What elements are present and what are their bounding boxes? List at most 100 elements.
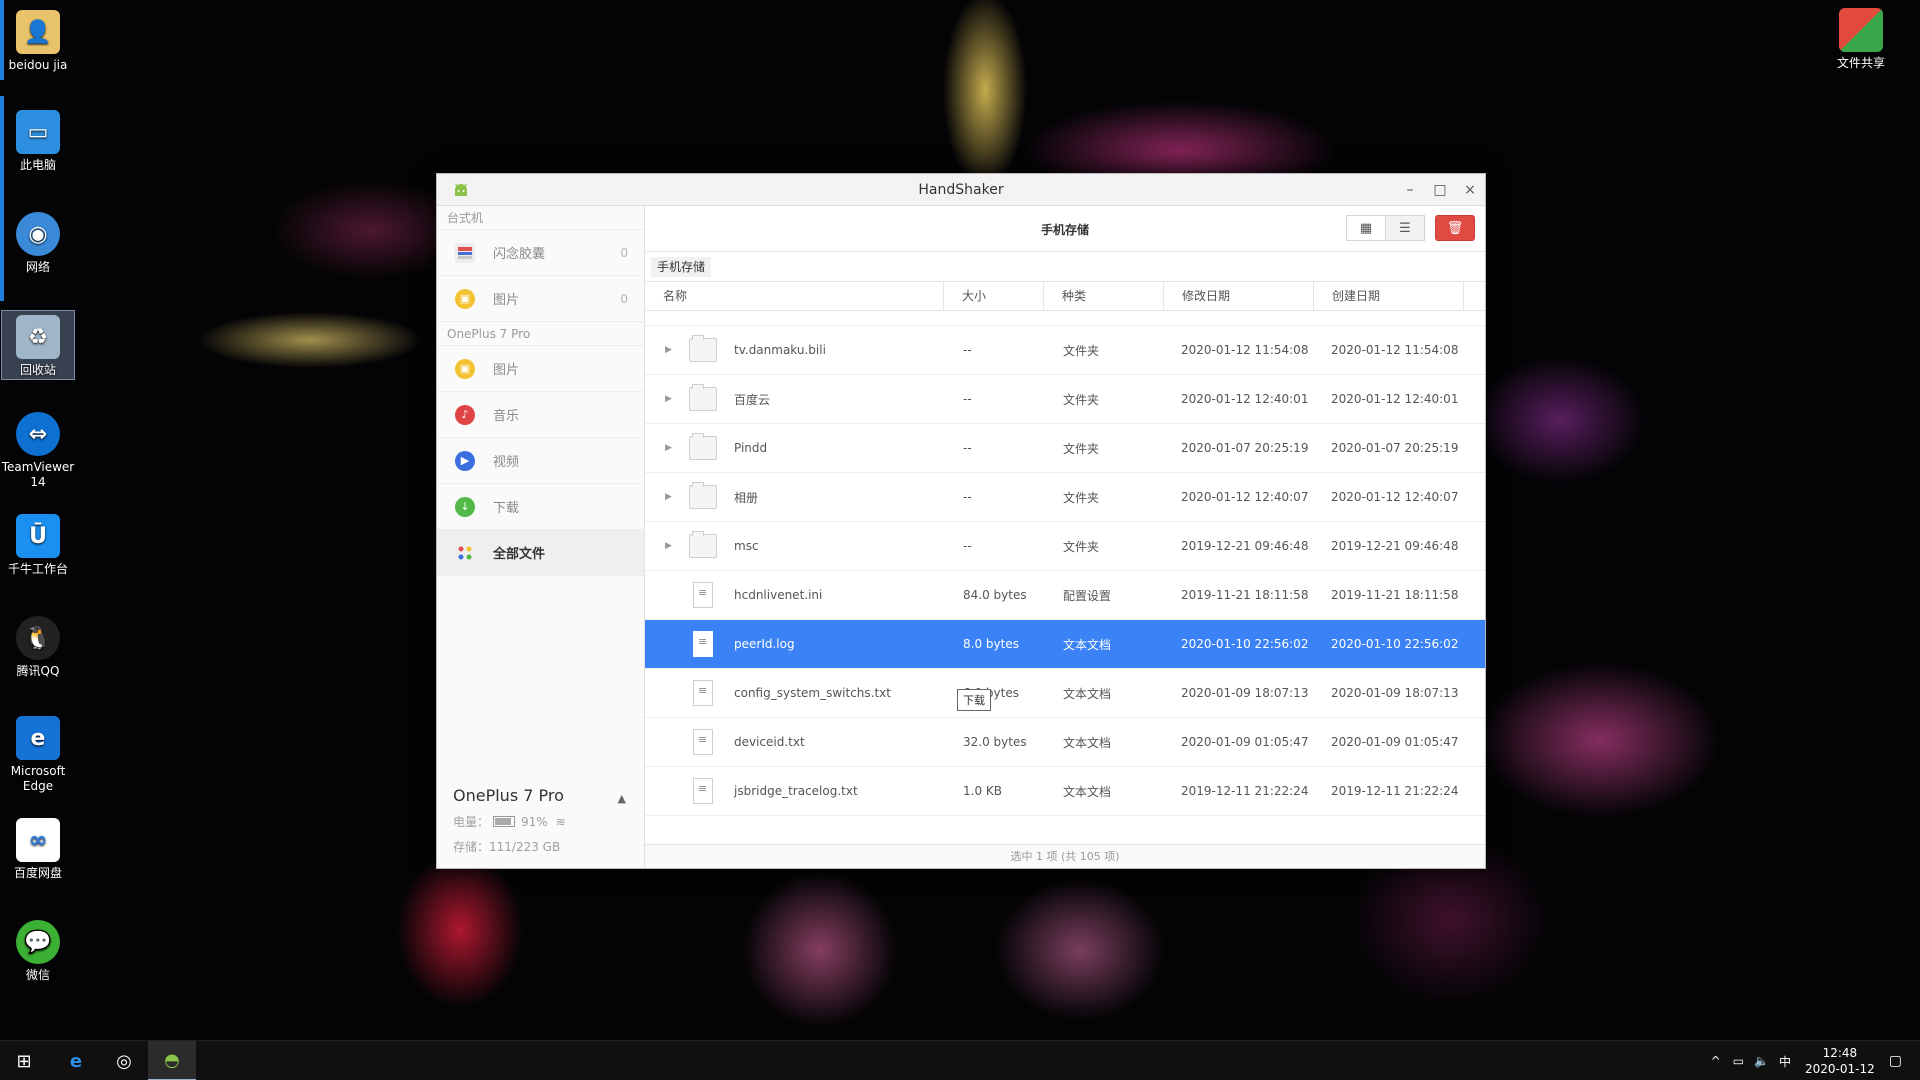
- desktop-icon-label: Microsoft Edge: [10, 764, 66, 793]
- network-icon[interactable]: ▭: [1733, 1054, 1744, 1068]
- desktop-icon-user-folder[interactable]: 👤 beidou jia: [1, 10, 75, 73]
- column-header-name[interactable]: 名称: [645, 282, 944, 310]
- file-list: ▶ tv.danmaku.bili -- 文件夹 2020-01-12 11:54:08…: [645, 312, 1485, 844]
- eject-icon[interactable]: ▲: [618, 792, 626, 805]
- sidebar-item-download[interactable]: ↓ 下载: [437, 484, 644, 530]
- taskbar: ⊞ e ◎ ◓ ^ ▭ 🔈 中 12:48 2020-01-12 ▢: [0, 1040, 1920, 1080]
- expand-arrow-icon[interactable]: ▶: [665, 394, 672, 404]
- desktop-icon-qq[interactable]: 🐧 腾讯QQ: [1, 616, 75, 679]
- picture-icon: ▣: [455, 358, 475, 379]
- sidebar: 台式机 闪念胶囊 0 ▣ 图片 0 OnePlus 7 Pro ▣ 图片 ♪ 音…: [437, 206, 645, 868]
- delete-button[interactable]: 🗑: [1435, 215, 1475, 241]
- desktop-icon-label: 回收站: [19, 363, 56, 377]
- sidebar-item-flash-capsule[interactable]: 闪念胶囊 0: [437, 230, 644, 276]
- clock-time: 12:48: [1822, 1046, 1858, 1060]
- maximize-button[interactable]: □: [1429, 180, 1451, 200]
- file-created: 2019-12-11 21:22:24: [1331, 784, 1459, 798]
- table-row[interactable]: ▶ tv.danmaku.bili -- 文件夹 2020-01-12 11:54:08…: [645, 326, 1485, 375]
- table-row[interactable]: config_system_switchs.txt6.0 bytes文本文档20…: [645, 669, 1485, 718]
- file-name: peerId.log: [734, 637, 795, 651]
- desktop-icon-computer[interactable]: ▭ 此电脑: [1, 110, 75, 173]
- expand-arrow-icon[interactable]: ▶: [665, 541, 672, 551]
- tooltip: 下载: [957, 689, 991, 711]
- expand-arrow-icon[interactable]: ▶: [665, 443, 672, 453]
- config-file-icon: [693, 582, 713, 608]
- sidebar-item-label: 图片: [493, 363, 520, 378]
- file-created: 2020-01-09 01:05:47: [1331, 735, 1459, 749]
- expand-arrow-icon[interactable]: ▶: [665, 345, 672, 355]
- table-row[interactable]: deviceid.txt 32.0 bytes 文本文档 2020-01-09 01:…: [645, 718, 1485, 767]
- table-row[interactable]: peerId.log 8.0 bytes 文本文档 2020-01-10 22:56:…: [645, 620, 1485, 669]
- desktop-icon-file-share[interactable]: 文件共享: [1824, 8, 1898, 71]
- edge-icon: e: [69, 1050, 83, 1072]
- sidebar-item-pictures[interactable]: ▣ 图片: [437, 346, 644, 392]
- sidebar-item-count: 0: [620, 245, 628, 260]
- file-name: Pindd: [734, 441, 768, 455]
- breadcrumb: 手机存储: [645, 252, 1485, 282]
- battery-label: 电量：: [453, 815, 490, 829]
- desktop-icon-network[interactable]: ◉ 网络: [1, 212, 75, 275]
- taskbar-edge[interactable]: e: [52, 1041, 100, 1080]
- file-name: jsbridge_tracelog.txt: [734, 784, 858, 798]
- list-view-button[interactable]: ☰: [1385, 215, 1425, 241]
- sidebar-item-count: 0: [620, 291, 628, 306]
- title-bar[interactable]: HandShaker – □ ×: [437, 174, 1485, 206]
- file-size: 8.0 bytes: [963, 637, 1019, 651]
- desktop-icon-label: TeamViewer 14: [1, 460, 75, 489]
- clock[interactable]: 12:48 2020-01-12: [1805, 1045, 1875, 1077]
- window-title: HandShaker: [918, 182, 1004, 198]
- all-files-icon: [455, 543, 475, 563]
- sidebar-item-video[interactable]: ▶ 视频: [437, 438, 644, 484]
- table-row[interactable]: jsbridge_tracelog.txt 1.0 KB 文本文档 2019-12-1…: [645, 767, 1485, 816]
- expand-arrow-icon[interactable]: ▶: [665, 492, 672, 502]
- table-row[interactable]: ▶ 百度云 -- 文件夹 2020-01-12 12:40:01 2020-01-12 1…: [645, 375, 1485, 424]
- sidebar-section-desktop: 台式机: [437, 206, 644, 230]
- music-icon: ♪: [455, 404, 475, 425]
- column-header-size[interactable]: 大小: [944, 282, 1044, 310]
- table-row[interactable]: ▶ msc -- 文件夹 2019-12-21 09:46:48 2019-12-21 0…: [645, 522, 1485, 571]
- volume-icon[interactable]: 🔈: [1754, 1054, 1769, 1068]
- minimize-button[interactable]: –: [1399, 180, 1421, 200]
- picture-icon: ▣: [455, 288, 475, 309]
- file-modified: 2020-01-12 12:40:01: [1181, 392, 1309, 406]
- download-icon: ↓: [455, 496, 475, 517]
- file-type: 配置设置: [1063, 588, 1112, 603]
- file-size: 84.0 bytes: [963, 588, 1027, 602]
- desktop-icon-baidu-netdisk[interactable]: ∞ 百度网盘: [1, 818, 75, 881]
- notification-icon[interactable]: ▢: [1889, 1053, 1902, 1069]
- file-type: 文件夹: [1063, 392, 1100, 407]
- grid-icon: ▦: [1359, 220, 1373, 236]
- chevron-up-icon[interactable]: ^: [1711, 1054, 1721, 1068]
- desktop-icon-label: 百度网盘: [13, 866, 62, 880]
- sidebar-item-all-files[interactable]: 全部文件: [437, 530, 644, 576]
- sidebar-item-desktop-pictures[interactable]: ▣ 图片 0: [437, 276, 644, 322]
- folder-icon: [689, 531, 717, 558]
- desktop-icon-label: 千牛工作台: [7, 562, 68, 576]
- desktop-icon-recycle-bin[interactable]: ♻ 回收站: [1, 310, 75, 380]
- table-row[interactable]: ▶ Pindd -- 文件夹 2020-01-07 20:25:19 2020-01-07…: [645, 424, 1485, 473]
- close-button[interactable]: ×: [1459, 180, 1481, 200]
- table-row[interactable]: ▶ 相册 -- 文件夹 2020-01-12 12:40:07 2020-01-12 12…: [645, 473, 1485, 522]
- desktop-icon-teamviewer[interactable]: ⇔ TeamViewer 14: [1, 412, 75, 490]
- table-row[interactable]: hcdnlivenet.ini 84.0 bytes 配置设置 2019-11-21 …: [645, 571, 1485, 620]
- desktop-icon-qianniu[interactable]: Ū 千牛工作台: [1, 514, 75, 577]
- shield-icon: [1839, 8, 1883, 52]
- table-header: 名称 大小 种类 修改日期 创建日期: [645, 282, 1485, 311]
- breadcrumb-item[interactable]: 手机存储: [651, 257, 712, 277]
- column-header-modified[interactable]: 修改日期: [1164, 282, 1314, 310]
- sidebar-item-music[interactable]: ♪ 音乐: [437, 392, 644, 438]
- system-tray: ^ ▭ 🔈 中 12:48 2020-01-12 ▢: [1711, 1041, 1920, 1080]
- column-header-type[interactable]: 种类: [1044, 282, 1164, 310]
- column-header-created[interactable]: 创建日期: [1314, 282, 1464, 310]
- taskbar-obs[interactable]: ◎: [100, 1041, 148, 1080]
- file-created: 2020-01-10 22:56:02: [1331, 637, 1459, 651]
- taskbar-handshaker[interactable]: ◓: [148, 1041, 196, 1080]
- desktop-icon-wechat[interactable]: 💬 微信: [1, 920, 75, 983]
- ime-indicator[interactable]: 中: [1779, 1053, 1791, 1070]
- file-size: --: [963, 441, 972, 455]
- desktop-icon-edge[interactable]: e Microsoft Edge: [1, 716, 75, 794]
- start-button[interactable]: ⊞: [0, 1041, 48, 1080]
- grid-view-button[interactable]: ▦: [1346, 215, 1386, 241]
- edge-icon: e: [16, 716, 60, 760]
- folder-icon: [689, 482, 717, 509]
